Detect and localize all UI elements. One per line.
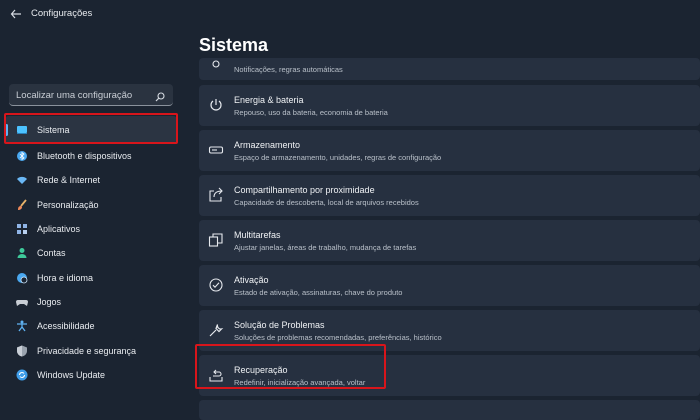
sidebar-item-privacidade[interactable]: Privacidade e segurança [0, 338, 185, 362]
sidebar-item-label: Jogos [37, 296, 62, 307]
settings-card-ativacao[interactable]: Ativação Estado de ativação, assinaturas… [199, 265, 700, 306]
wrench-icon [208, 322, 224, 338]
storage-icon [208, 142, 224, 158]
settings-card-subtitle: Espaço de armazenamento, unidades, regra… [234, 153, 442, 162]
accessibility-icon [16, 320, 28, 332]
settings-card-solucao-problemas[interactable]: Solução de Problemas Soluções de problem… [199, 310, 700, 351]
focus-icon [208, 60, 224, 76]
share-icon [208, 187, 224, 203]
settings-card-subtitle: Notificações, regras automáticas [234, 65, 343, 74]
search-box[interactable] [9, 84, 173, 106]
sidebar-item-bluetooth[interactable]: Bluetooth e dispositivos [0, 144, 185, 168]
settings-card-recuperacao[interactable]: Recuperação Redefinir, inicialização ava… [199, 355, 700, 396]
sidebar-item-hora-idioma[interactable]: Hora e idioma [0, 265, 185, 289]
sidebar-item-jogos[interactable]: Jogos [0, 290, 185, 314]
sidebar-item-label: Personalização [37, 199, 99, 210]
sidebar-item-label: Contas [37, 248, 66, 259]
recovery-icon [208, 367, 224, 383]
sidebar-item-label: Aplicativos [37, 224, 81, 235]
settings-card-armazenamento[interactable]: Armazenamento Espaço de armazenamento, u… [199, 130, 700, 171]
shield-icon [16, 345, 28, 357]
settings-card-multitarefas[interactable]: Multitarefas Ajustar janelas, áreas de t… [199, 220, 700, 261]
settings-card-subtitle: Redefinir, inicialização avançada, volta… [234, 378, 366, 387]
settings-card-title: Recuperação [234, 365, 288, 375]
settings-card-subtitle: Estado de ativação, assinaturas, chave d… [234, 288, 403, 297]
settings-card-title: Energia & bateria [234, 95, 304, 105]
multitask-icon [208, 232, 224, 248]
update-icon [16, 369, 28, 381]
sidebar-item-windows-update[interactable]: Windows Update [0, 363, 185, 387]
settings-card-title: Armazenamento [234, 140, 301, 150]
power-icon [208, 97, 224, 113]
sidebar-item-aplicativos[interactable]: Aplicativos [0, 217, 185, 241]
settings-card-title: Solução de Problemas [234, 320, 325, 330]
settings-card-subtitle: Capacidade de descoberta, local de arqui… [234, 198, 419, 207]
app-title: Configurações [31, 8, 93, 19]
search-input[interactable] [16, 88, 154, 102]
settings-card-title: Multitarefas [234, 230, 281, 240]
selection-indicator [5, 124, 8, 136]
settings-card-subtitle: Repouso, uso da bateria, economia de bat… [234, 108, 388, 117]
bluetooth-icon [16, 150, 28, 162]
sidebar-item-label: Windows Update [37, 369, 106, 380]
title-bar: Configurações [0, 0, 700, 30]
settings-card-title: Compartilhamento por proximidade [234, 185, 375, 195]
globe-clock-icon [16, 272, 28, 284]
sidebar-nav: Sistema Bluetooth e dispositivos Rede & … [0, 116, 185, 387]
monitor-icon [16, 124, 28, 136]
settings-card-energia[interactable]: Energia & bateria Repouso, uso da bateri… [199, 85, 700, 126]
back-arrow-icon[interactable] [9, 7, 23, 21]
brush-icon [16, 199, 28, 211]
search-icon[interactable] [154, 88, 166, 102]
sidebar-item-contas[interactable]: Contas [0, 241, 185, 265]
settings-card-focus[interactable]: Notificações, regras automáticas [199, 58, 700, 80]
sidebar-item-label: Rede & Internet [37, 175, 101, 186]
sidebar-item-label: Privacidade e segurança [37, 345, 137, 356]
settings-card-subtitle: Ajustar janelas, áreas de trabalho, muda… [234, 243, 417, 252]
sidebar-item-label: Acessibilidade [37, 321, 95, 332]
sidebar-item-sistema[interactable]: Sistema [5, 116, 177, 144]
settings-card-title: Ativação [234, 275, 269, 285]
sidebar-item-label: Hora e idioma [37, 272, 94, 283]
sidebar-item-acessibilidade[interactable]: Acessibilidade [0, 314, 185, 338]
sidebar-item-label: Sistema [37, 125, 70, 135]
sidebar-item-label: Bluetooth e dispositivos [37, 151, 132, 162]
settings-card-compartilhamento[interactable]: Compartilhamento por proximidade Capacid… [199, 175, 700, 216]
apps-icon [16, 223, 28, 235]
gamepad-icon [16, 296, 28, 308]
sidebar-item-personalizacao[interactable]: Personalização [0, 193, 185, 217]
check-circle-icon [208, 277, 224, 293]
page-title: Sistema [199, 35, 269, 55]
person-icon [16, 247, 28, 259]
settings-card-next[interactable] [199, 400, 700, 420]
sidebar-item-rede[interactable]: Rede & Internet [0, 168, 185, 192]
settings-card-subtitle: Soluções de problemas recomendadas, pref… [234, 333, 442, 342]
wifi-icon [16, 174, 28, 186]
